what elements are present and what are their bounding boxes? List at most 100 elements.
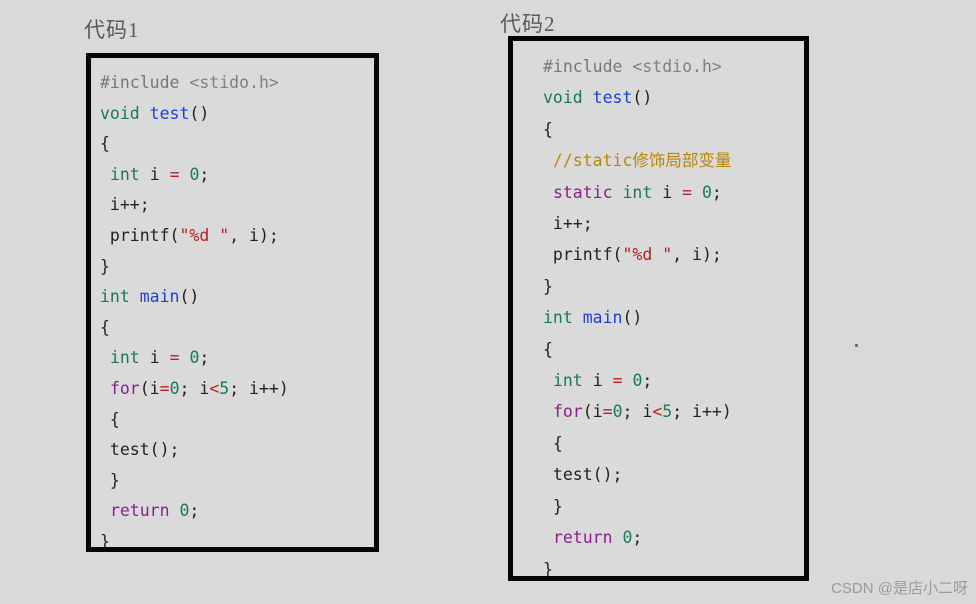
code-token: i bbox=[662, 182, 683, 202]
code-token: printf( bbox=[100, 225, 180, 245]
code-token: { bbox=[543, 339, 553, 359]
code-token: "%d " bbox=[622, 245, 673, 265]
code-token: void bbox=[543, 88, 593, 108]
code-token: int bbox=[552, 371, 593, 391]
code-token: 0 bbox=[632, 371, 643, 391]
code-line: { bbox=[100, 405, 374, 436]
code-token: int bbox=[622, 182, 663, 202]
code-line: void test() bbox=[100, 99, 374, 130]
code-token: test(); bbox=[100, 440, 180, 460]
code-token: ; i bbox=[622, 402, 653, 422]
code-token: 5 bbox=[219, 378, 230, 398]
code-line: } bbox=[543, 271, 804, 302]
code-token: () bbox=[179, 287, 200, 307]
code-token: () bbox=[189, 103, 210, 123]
code-token: } bbox=[100, 470, 120, 490]
code-line: //static修饰局部变量 bbox=[543, 145, 804, 176]
code-token: ; bbox=[711, 182, 722, 202]
code-token: test bbox=[149, 103, 190, 123]
code-token: for bbox=[109, 378, 140, 398]
code-token: } bbox=[543, 276, 553, 296]
code-line: } bbox=[100, 527, 374, 551]
code-line: for(i=0; i<5; i++) bbox=[543, 396, 804, 427]
code-block-1: #include <stido.h> void test(){ int i = 0… bbox=[86, 53, 379, 552]
code-token: { bbox=[100, 317, 110, 337]
code-token: //static修饰局部变量 bbox=[543, 151, 732, 171]
code-token: <stdio.h> bbox=[632, 57, 722, 76]
code-line: void test() bbox=[543, 82, 804, 113]
code-token: ; i++) bbox=[672, 402, 732, 422]
code-token: return bbox=[109, 501, 170, 521]
code-token: 0 bbox=[622, 528, 633, 548]
code-line: i++; bbox=[543, 208, 804, 239]
code-line: { bbox=[100, 129, 374, 160]
code-token: ; bbox=[199, 164, 210, 184]
panel-title-code1: 代码1 bbox=[84, 18, 140, 42]
code-token: } bbox=[100, 531, 110, 551]
code-token: printf( bbox=[543, 245, 623, 265]
code-token: test bbox=[592, 88, 633, 108]
code-line: { bbox=[100, 313, 374, 344]
code-token: } bbox=[100, 256, 110, 276]
code-token: = bbox=[169, 348, 180, 368]
code-token: <stido.h> bbox=[189, 73, 279, 92]
code-line: } bbox=[100, 466, 374, 497]
code-token: , i); bbox=[672, 245, 722, 265]
code-line: } bbox=[100, 252, 374, 283]
code-token: { bbox=[100, 134, 110, 154]
code-token: ; bbox=[642, 371, 653, 391]
code-token: } bbox=[543, 496, 563, 516]
code-token: 0 bbox=[189, 348, 200, 368]
code-line: printf("%d ", i); bbox=[100, 221, 374, 252]
code-token: 0 bbox=[179, 501, 190, 521]
code-token: = bbox=[169, 164, 180, 184]
code-token: main bbox=[582, 308, 623, 328]
code-token: 0 bbox=[189, 164, 200, 184]
panel-title-code2: 代码2 bbox=[500, 12, 556, 36]
code-line: return 0; bbox=[543, 522, 804, 553]
code-token: { bbox=[100, 409, 120, 429]
code-line: #include <stido.h> bbox=[100, 68, 374, 99]
code-line: int i = 0; bbox=[100, 160, 374, 191]
code-block-2: #include <stdio.h> void test(){ //static修… bbox=[508, 36, 809, 581]
code-block-1-lines: #include <stido.h> void test(){ int i = 0… bbox=[91, 58, 374, 551]
code-token: ; i++) bbox=[229, 378, 289, 398]
code-token: #include bbox=[100, 73, 190, 92]
code-token: = bbox=[682, 182, 693, 202]
code-token: { bbox=[543, 119, 553, 139]
code-token: test(); bbox=[543, 465, 623, 485]
code-line: test(); bbox=[543, 459, 804, 490]
code-token: < bbox=[652, 402, 663, 422]
code-token: main bbox=[139, 287, 180, 307]
code-token: int bbox=[543, 308, 583, 328]
code-line: for(i=0; i<5; i++) bbox=[100, 374, 374, 405]
code-token: i++; bbox=[100, 195, 150, 215]
code-token: #include bbox=[543, 57, 633, 76]
code-line: printf("%d ", i); bbox=[543, 239, 804, 270]
code-token: 0 bbox=[169, 378, 180, 398]
code-token: () bbox=[622, 308, 643, 328]
code-block-2-lines: #include <stdio.h> void test(){ //static修… bbox=[513, 41, 804, 579]
code-line: { bbox=[543, 428, 804, 459]
code-token: ; i bbox=[179, 378, 210, 398]
code-token: { bbox=[543, 433, 563, 453]
code-token: ; bbox=[189, 501, 200, 521]
stray-speck-artifact bbox=[855, 344, 858, 347]
code-token: = bbox=[612, 371, 623, 391]
code-token: () bbox=[632, 88, 653, 108]
code-token: static bbox=[552, 182, 623, 202]
code-line: int main() bbox=[543, 302, 804, 333]
code-token: = bbox=[159, 378, 170, 398]
code-token: } bbox=[543, 559, 553, 579]
code-token: void bbox=[100, 103, 150, 123]
